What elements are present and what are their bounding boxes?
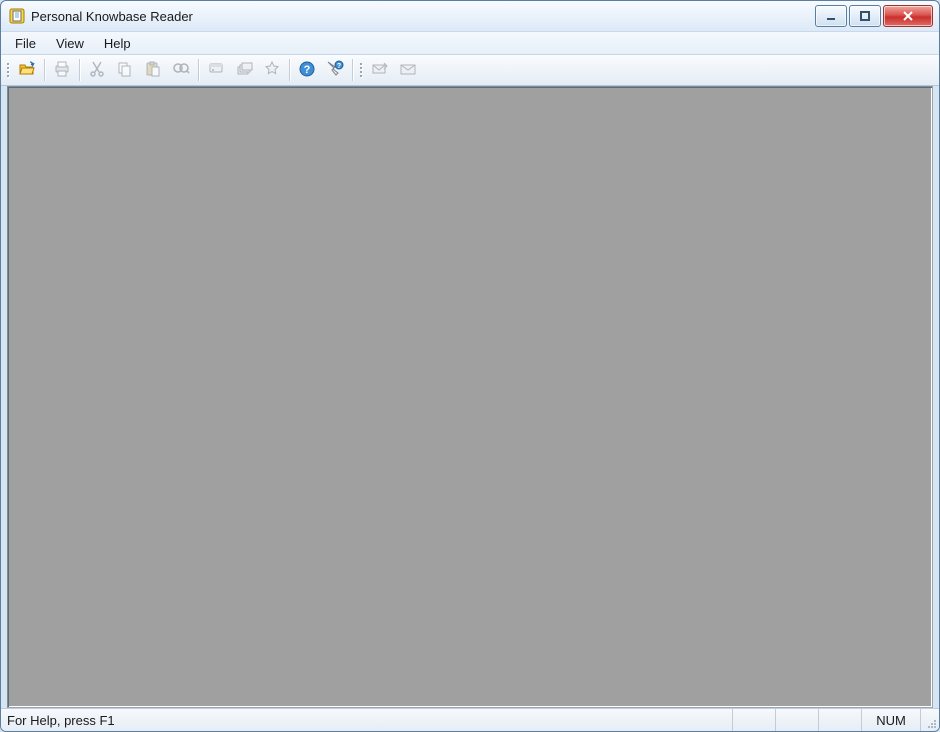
status-cell-2	[775, 709, 818, 731]
status-numlock: NUM	[861, 709, 920, 731]
paste-button[interactable]	[139, 56, 167, 84]
open-icon	[18, 60, 36, 81]
open-button[interactable]	[13, 56, 41, 84]
menu-file[interactable]: File	[5, 32, 46, 54]
copy-button[interactable]	[111, 56, 139, 84]
mdi-client-area	[7, 86, 933, 708]
toolbar-separator	[44, 59, 45, 81]
status-cell-1	[732, 709, 775, 731]
toolbar: ? ?	[1, 55, 939, 86]
menubar: File View Help	[1, 31, 939, 55]
statusbar: For Help, press F1 NUM	[1, 708, 939, 731]
find-icon	[172, 60, 190, 81]
window-controls	[815, 5, 933, 27]
find-button[interactable]	[167, 56, 195, 84]
menu-help[interactable]: Help	[94, 32, 141, 54]
stack-button[interactable]	[230, 56, 258, 84]
toolbar-separator	[289, 59, 290, 81]
tag-icon	[207, 60, 225, 81]
minimize-button[interactable]	[815, 5, 847, 27]
stack-icon	[235, 60, 253, 81]
print-icon	[53, 60, 71, 81]
context-help-icon: ?	[326, 60, 344, 81]
toolbar-separator	[198, 59, 199, 81]
tag-button[interactable]	[202, 56, 230, 84]
paste-icon	[144, 60, 162, 81]
svg-text:?: ?	[337, 63, 341, 70]
cut-icon	[88, 60, 106, 81]
star-button[interactable]	[258, 56, 286, 84]
context-help-button[interactable]: ?	[321, 56, 349, 84]
toolbar-grip[interactable]	[358, 59, 364, 81]
app-icon	[9, 8, 25, 24]
titlebar[interactable]: Personal Knowbase Reader	[1, 1, 939, 31]
toolbar-separator	[79, 59, 80, 81]
resize-grip[interactable]	[920, 709, 939, 731]
cut-button[interactable]	[83, 56, 111, 84]
status-cell-3	[818, 709, 861, 731]
menu-view[interactable]: View	[46, 32, 94, 54]
svg-text:?: ?	[304, 64, 311, 76]
star-icon	[263, 60, 281, 81]
copy-icon	[116, 60, 134, 81]
envelope-button[interactable]	[394, 56, 422, 84]
mail-icon	[371, 60, 389, 81]
mail-button[interactable]	[366, 56, 394, 84]
toolbar-grip[interactable]	[5, 59, 11, 81]
toolbar-separator	[352, 59, 353, 81]
envelope-icon	[399, 60, 417, 81]
close-button[interactable]	[883, 5, 933, 27]
window-title: Personal Knowbase Reader	[31, 9, 815, 24]
print-button[interactable]	[48, 56, 76, 84]
help-button[interactable]: ?	[293, 56, 321, 84]
status-hint: For Help, press F1	[7, 709, 732, 731]
app-window: Personal Knowbase Reader File View Help	[0, 0, 940, 732]
help-icon: ?	[298, 60, 316, 81]
maximize-button[interactable]	[849, 5, 881, 27]
